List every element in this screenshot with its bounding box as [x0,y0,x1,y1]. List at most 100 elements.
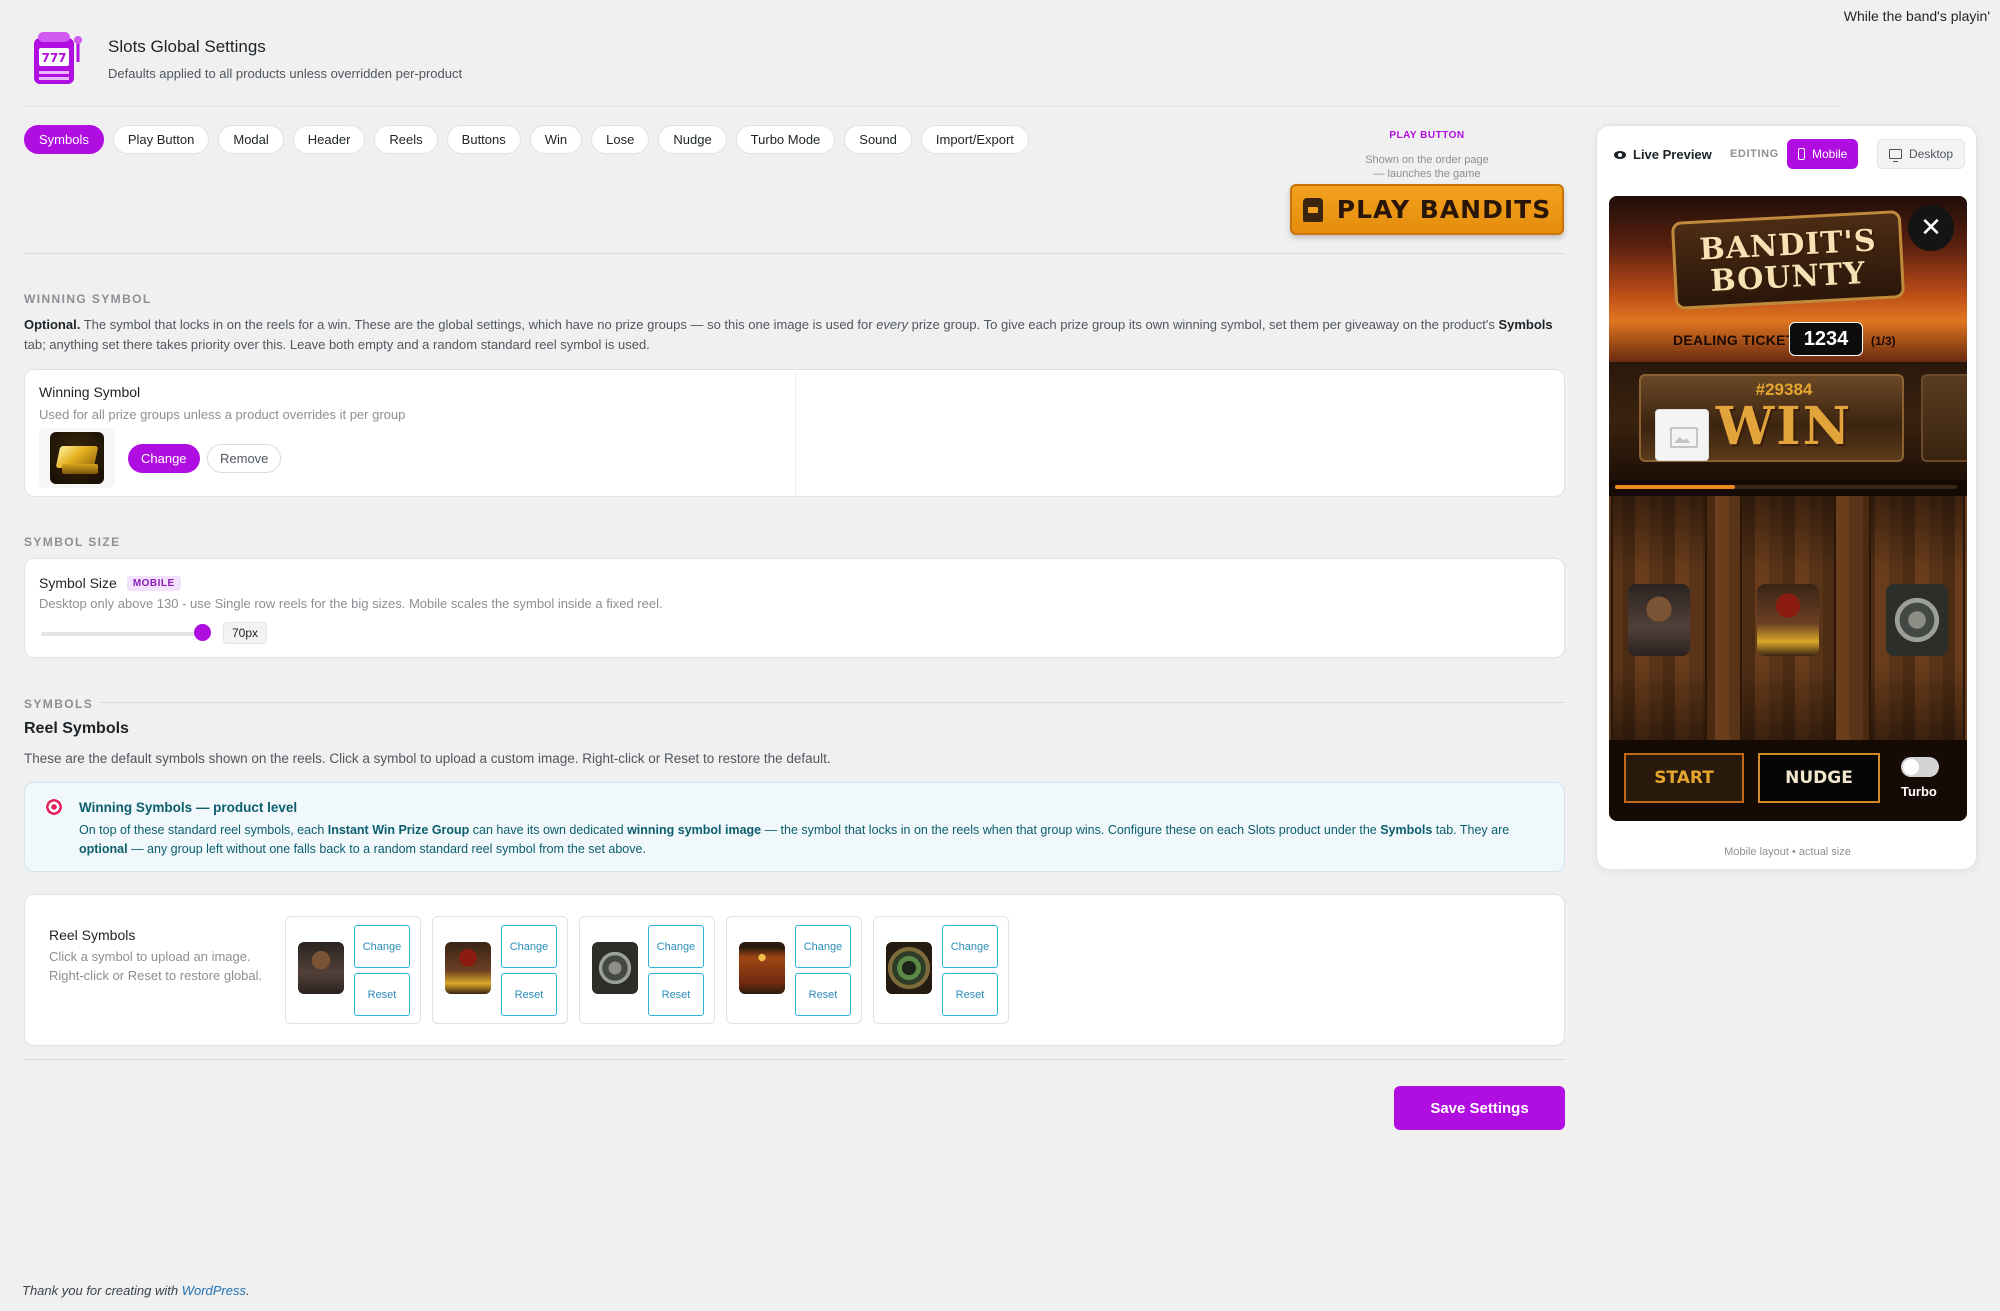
symbol-size-card: Symbol Size MOBILE Desktop only above 13… [24,558,1565,658]
reel-symbol-reset-button[interactable]: Reset [354,973,410,1016]
editing-label: EDITING [1730,148,1779,160]
winning-symbol-card: Winning Symbol Used for all prize groups… [24,369,1565,497]
dynamite-icon[interactable] [739,942,785,994]
wild-outlaw-icon [1757,584,1819,656]
reel-symbols-card-title: Reel Symbols [49,927,136,943]
reel-symbol-change-button[interactable]: Change [501,925,557,968]
phone-icon [1798,148,1805,160]
tab-import-export[interactable]: Import/Export [920,125,1029,154]
gold-bar-icon [50,432,104,484]
symbols-section-label: SYMBOLS [24,697,100,711]
svg-text:777: 777 [41,51,66,65]
ticket-icon [1302,197,1323,222]
winning-symbol-thumbnail[interactable] [39,428,115,488]
start-button[interactable]: START [1624,753,1744,803]
symbol-size-value: 70px [223,622,268,644]
tab-reels[interactable]: Reels [374,125,438,154]
page-title: Slots Global Settings [108,37,266,56]
reel-symbol-change-button[interactable]: Change [942,925,998,968]
live-preview-label: Live Preview [1614,147,1712,162]
reel-symbols-card-hint: Click a symbol to upload an image. Right… [49,949,263,983]
reel-symbol-change-button[interactable]: Change [354,925,410,968]
mobile-toggle-button[interactable]: Mobile [1787,139,1859,169]
page-header: 777 Slots Global Settings Defaults appli… [28,28,462,90]
tab-win[interactable]: Win [529,125,583,154]
play-bandits-text: PLAY BANDITS [1336,195,1552,224]
tab-play-button[interactable]: Play Button [112,125,210,154]
symbol-size-title: Symbol Size [39,575,117,591]
tab-sound[interactable]: Sound [844,125,912,154]
reel-symbol-slot: Change Reset [873,916,1009,1024]
image-placeholder-icon [1655,409,1709,461]
reel-symbol-reset-button[interactable]: Reset [501,973,557,1016]
monitor-icon [1889,149,1902,162]
info-text: On top of these standard reel symbols, e… [79,823,1510,856]
tab-lose[interactable]: Lose [591,125,650,154]
reel-symbol-change-button[interactable]: Change [648,925,704,968]
reel-symbols-card: Reel Symbols Click a symbol to upload an… [24,894,1565,1046]
tab-symbols[interactable]: Symbols [24,125,104,154]
tab-buttons[interactable]: Buttons [446,125,521,154]
reel-symbols-description: These are the default symbols shown on t… [24,751,831,766]
reel-symbol-reset-button[interactable]: Reset [648,973,704,1016]
winning-symbol-hint: Used for all prize groups unless a produ… [39,407,406,422]
reel-symbol-reset-button[interactable]: Reset [795,973,851,1016]
card-column-divider [795,371,796,497]
section-divider [24,702,1565,703]
wild-outlaw-icon[interactable] [445,942,491,994]
ticket-count: (1/3) [1871,334,1896,348]
turbo-label: Turbo [1901,784,1937,799]
winning-symbol-description: Optional. The symbol that locks in on th… [24,317,1553,352]
reel-symbol-slot: Change Reset [579,916,715,1024]
winning-symbol-remove-button[interactable]: Remove [207,444,282,473]
symbol-size-slider-track[interactable] [41,632,201,636]
save-settings-button[interactable]: Save Settings [1394,1086,1565,1130]
desktop-toggle-button[interactable]: Desktop [1877,139,1966,169]
turbo-toggle[interactable] [1901,757,1939,777]
page-subtitle: Defaults applied to all products unless … [108,66,463,81]
sheriff-icon[interactable] [298,942,344,994]
reel-symbol-change-button[interactable]: Change [795,925,851,968]
horseshoe-icon[interactable] [886,942,932,994]
eye-icon [1614,150,1626,159]
sheriff-icon [1628,584,1690,656]
winning-symbol-title: Winning Symbol [39,384,141,400]
nudge-button[interactable]: NUDGE [1758,753,1880,803]
wordpress-link[interactable]: WordPress [182,1283,246,1298]
reel-symbols-heading: Reel Symbols [24,720,129,737]
slot-machine-icon: 777 [28,28,88,90]
play-bandits-button[interactable]: PLAY BANDITS [1290,184,1564,235]
ticket-next [1921,374,1967,462]
symbol-size-section-label: SYMBOL SIZE [24,535,121,549]
play-button-preview-label: PLAY BUTTON [1389,130,1465,141]
tab-header[interactable]: Header [292,125,366,154]
target-icon [45,798,63,816]
tab-modal[interactable]: Modal [218,125,284,154]
win-text: WIN [1715,396,1853,457]
section-divider [24,253,1565,254]
live-preview-panel: Live Preview EDITING Mobile Desktop BAND… [1596,125,1977,870]
close-icon[interactable]: ✕ [1908,205,1954,251]
winning-symbol-change-button[interactable]: Change [128,444,200,473]
play-button-preview-desc: Shown on the order page — launches the g… [1365,154,1489,180]
progress-fill [1615,485,1735,489]
tab-bar: Symbols Play Button Modal Header Reels B… [24,125,1029,154]
tab-nudge[interactable]: Nudge [658,125,727,154]
preview-footer: Mobile layout • actual size [1724,846,1851,858]
reel-symbol-slot: Change Reset [285,916,421,1024]
reel-symbol-reset-button[interactable]: Reset [942,973,998,1016]
game-preview: BANDIT'S BOUNTY ✕ DEALING TICKET 1234 (1… [1609,196,1967,821]
winning-symbol-section-label: WINNING SYMBOL [24,292,152,306]
symbol-size-hint: Desktop only above 130 - use Single row … [39,596,663,611]
reel-symbol-slot: Change Reset [432,916,568,1024]
tab-turbo-mode[interactable]: Turbo Mode [735,125,836,154]
info-title: Winning Symbols — product level [79,800,298,815]
winning-symbols-info-box: Winning Symbols — product level On top o… [24,782,1565,872]
reel-symbol-slot: Change Reset [726,916,862,1024]
top-right-text: While the band's playin' [1843,8,1990,24]
dealing-ticket-label: DEALING TICKET [1673,332,1795,348]
mobile-badge: MOBILE [126,575,181,591]
safe-icon[interactable] [592,942,638,994]
ticket-number: 1234 [1789,322,1863,356]
symbol-size-slider-thumb[interactable] [194,624,211,641]
